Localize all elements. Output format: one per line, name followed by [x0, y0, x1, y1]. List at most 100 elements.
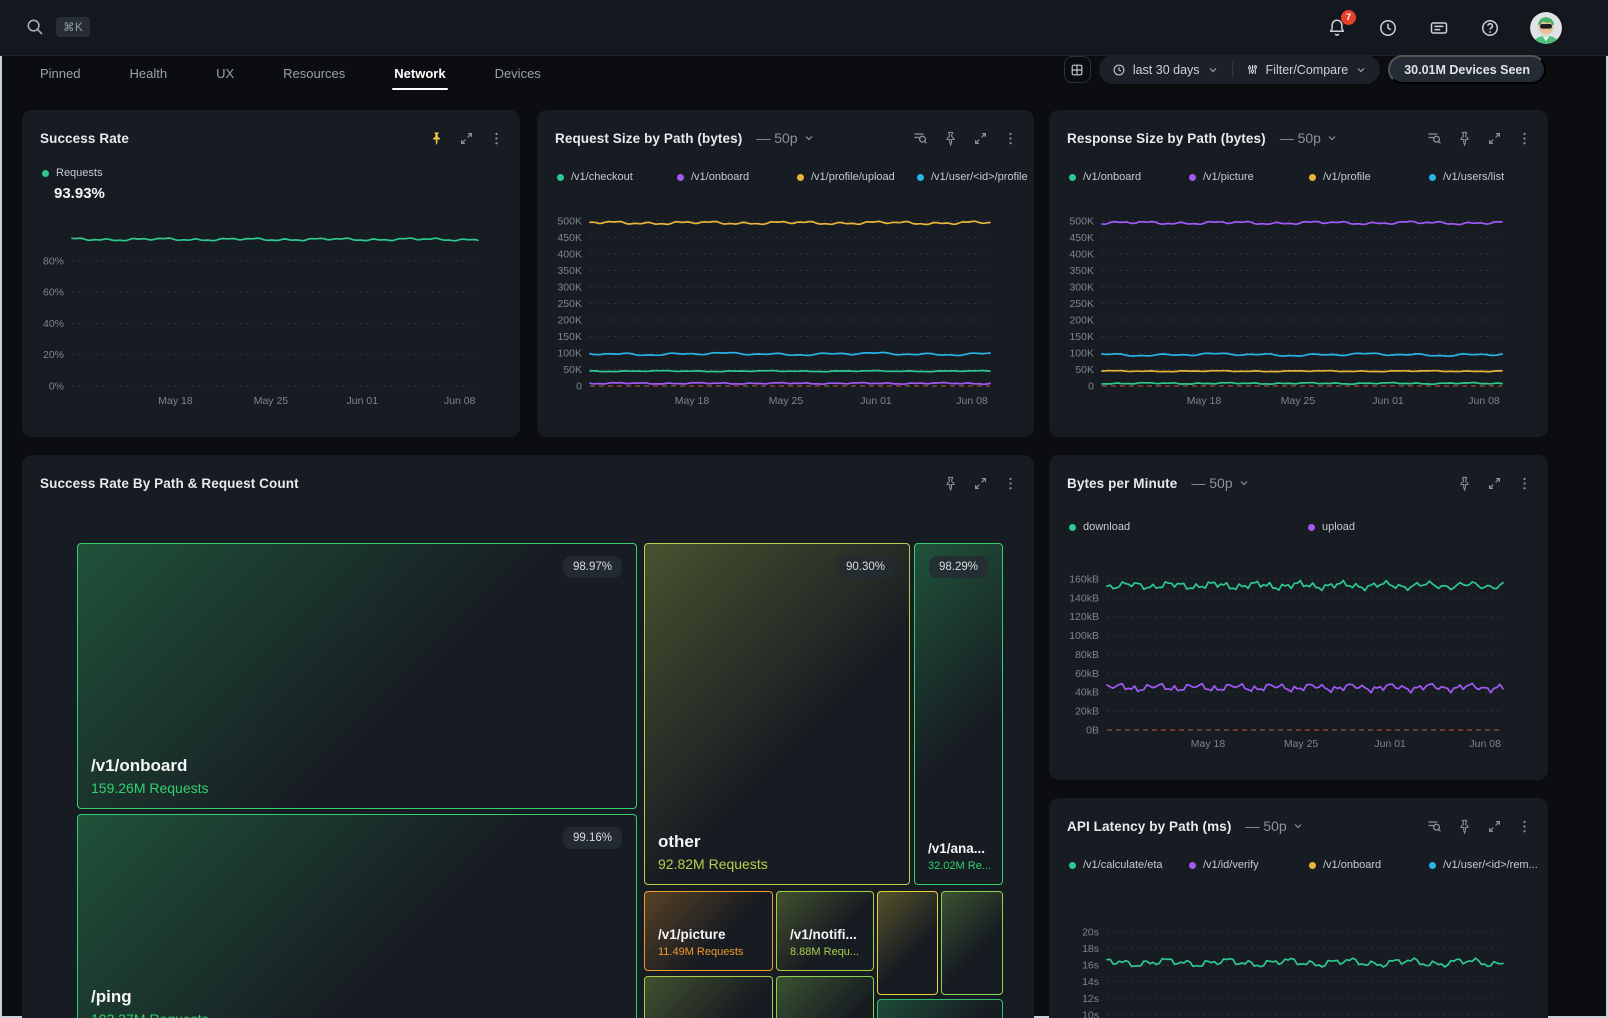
percentile-dropdown[interactable]: — 50p: [756, 130, 814, 146]
legend-item[interactable]: /v1/user/<id>/profile: [917, 171, 1034, 183]
tab-ux[interactable]: UX: [214, 56, 236, 90]
success-rate-line-chart: 0%20%40%60%80%May 18May 25Jun 01Jun 08: [22, 110, 520, 437]
expand-icon[interactable]: [458, 130, 474, 146]
tab-resources[interactable]: Resources: [281, 56, 347, 90]
svg-text:14s: 14s: [1082, 976, 1099, 988]
treemap-box-other[interactable]: 90.30%other92.82M Requests: [644, 543, 910, 885]
search-icon[interactable]: [24, 16, 46, 38]
filter-compare-dropdown[interactable]: Filter/Compare: [1233, 63, 1381, 77]
svg-text:150K: 150K: [1069, 331, 1094, 343]
legend-dot: [1069, 174, 1076, 181]
keyboard-icon[interactable]: [1428, 17, 1450, 39]
kebab-menu-icon[interactable]: [1516, 818, 1532, 834]
panel-bytes-per-minute: Bytes per Minute — 50p d: [1049, 455, 1548, 780]
success-rate-badge: 99.16%: [563, 827, 622, 849]
legend-item[interactable]: /v1/onboard: [677, 171, 797, 183]
treemap-box-v1-onboard[interactable]: 98.97%/v1/onboard159.26M Requests: [77, 543, 637, 809]
pin-icon[interactable]: [942, 475, 958, 491]
clock-history-icon[interactable]: [1377, 17, 1399, 39]
legend-dot: [917, 174, 924, 181]
panel-title: Bytes per Minute: [1067, 476, 1177, 491]
legend-item[interactable]: /v1/profile: [1309, 171, 1429, 183]
kebab-menu-icon[interactable]: [488, 130, 504, 146]
notifications-bell-icon[interactable]: 7: [1326, 17, 1348, 39]
svg-text:Jun 08: Jun 08: [956, 395, 988, 407]
legend-label: upload: [1322, 521, 1355, 533]
app-window: ⌘K 7: [0, 0, 1608, 1018]
legend-label: Requests: [56, 167, 102, 179]
legend-label: /v1/onboard: [1083, 171, 1141, 183]
svg-text:Jun 08: Jun 08: [1469, 738, 1501, 750]
treemap-box-v1-picture[interactable]: /v1/picture11.49M Requests: [644, 891, 773, 971]
tab-health[interactable]: Health: [127, 56, 169, 90]
percentile-label: — 50p: [1191, 475, 1232, 491]
legend-item[interactable]: /v1/users/list: [1429, 171, 1548, 183]
treemap-box-ping[interactable]: 99.16%/ping103.37M Requests: [77, 814, 637, 1018]
list-search-icon[interactable]: [1426, 818, 1442, 834]
svg-text:0%: 0%: [49, 381, 64, 393]
pin-icon[interactable]: [1456, 818, 1472, 834]
svg-text:Jun 01: Jun 01: [1372, 395, 1404, 407]
legend-item[interactable]: /v1/id/verify: [1189, 859, 1309, 871]
help-icon[interactable]: [1479, 17, 1501, 39]
legend-item[interactable]: upload: [1308, 521, 1547, 533]
panel-title: API Latency by Path (ms): [1067, 819, 1231, 834]
treemap-box[interactable]: [877, 999, 1003, 1018]
panel-success-rate-by-path: Success Rate By Path & Request Count 98.…: [22, 455, 1034, 1018]
tab-network[interactable]: Network: [392, 56, 447, 90]
devices-seen-button[interactable]: 30.01M Devices Seen: [1388, 55, 1546, 84]
pin-icon[interactable]: [1456, 130, 1472, 146]
treemap-box[interactable]: [877, 891, 938, 995]
svg-text:0: 0: [1088, 381, 1094, 393]
chart-legend: /v1/calculate/eta/v1/id/verify/v1/onboar…: [1069, 859, 1548, 871]
svg-text:80kB: 80kB: [1075, 649, 1099, 661]
percentile-dropdown[interactable]: — 50p: [1191, 475, 1249, 491]
pin-icon[interactable]: [428, 130, 444, 146]
time-range-dropdown[interactable]: last 30 days: [1099, 63, 1232, 77]
kebab-menu-icon[interactable]: [1516, 130, 1532, 146]
pin-icon[interactable]: [1456, 475, 1472, 491]
svg-text:May 18: May 18: [1191, 738, 1226, 750]
tab-pinned[interactable]: Pinned: [38, 56, 82, 90]
legend-dot: [557, 174, 564, 181]
treemap-box[interactable]: [941, 891, 1003, 995]
expand-icon[interactable]: [972, 475, 988, 491]
legend-dot: [1069, 862, 1076, 869]
treemap-box[interactable]: [644, 976, 773, 1018]
legend-item[interactable]: /v1/user/<id>/rem...: [1429, 859, 1548, 871]
expand-icon[interactable]: [1486, 130, 1502, 146]
treemap-box-v1-ana[interactable]: 98.29%/v1/ana...32.02M Re...: [914, 543, 1003, 885]
percentile-dropdown[interactable]: — 50p: [1245, 818, 1303, 834]
user-avatar[interactable]: [1530, 12, 1562, 44]
legend-item[interactable]: Requests: [42, 167, 102, 179]
legend-item[interactable]: /v1/profile/upload: [797, 171, 917, 183]
svg-text:100K: 100K: [557, 347, 582, 359]
pin-icon[interactable]: [942, 130, 958, 146]
legend-item[interactable]: /v1/picture: [1189, 171, 1309, 183]
list-search-icon[interactable]: [912, 130, 928, 146]
treemap-box[interactable]: [776, 976, 874, 1018]
percentile-dropdown[interactable]: — 50p: [1280, 130, 1338, 146]
legend-dot: [677, 174, 684, 181]
legend-item[interactable]: /v1/onboard: [1309, 859, 1429, 871]
expand-icon[interactable]: [1486, 475, 1502, 491]
layout-grid-button[interactable]: [1064, 56, 1091, 83]
list-search-icon[interactable]: [1426, 130, 1442, 146]
treemap-labels: other92.82M Requests: [658, 832, 768, 872]
kebab-menu-icon[interactable]: [1002, 475, 1018, 491]
legend-item[interactable]: /v1/calculate/eta: [1069, 859, 1189, 871]
expand-icon[interactable]: [972, 130, 988, 146]
treemap: 98.97%/v1/onboard159.26M Requests99.16%/…: [77, 543, 1003, 1018]
treemap-box-v1-notifi[interactable]: /v1/notifi...8.88M Requ...: [776, 891, 874, 971]
legend-item[interactable]: /v1/onboard: [1069, 171, 1189, 183]
request-size-line-chart: 050K100K150K200K250K300K350K400K450K500K…: [537, 110, 1034, 437]
tab-devices[interactable]: Devices: [493, 56, 543, 90]
legend-item[interactable]: /v1/checkout: [557, 171, 677, 183]
svg-text:250K: 250K: [557, 298, 582, 310]
legend-label: /v1/users/list: [1443, 171, 1504, 183]
global-search[interactable]: ⌘K: [24, 16, 90, 38]
kebab-menu-icon[interactable]: [1516, 475, 1532, 491]
legend-item[interactable]: download: [1069, 521, 1308, 533]
kebab-menu-icon[interactable]: [1002, 130, 1018, 146]
expand-icon[interactable]: [1486, 818, 1502, 834]
